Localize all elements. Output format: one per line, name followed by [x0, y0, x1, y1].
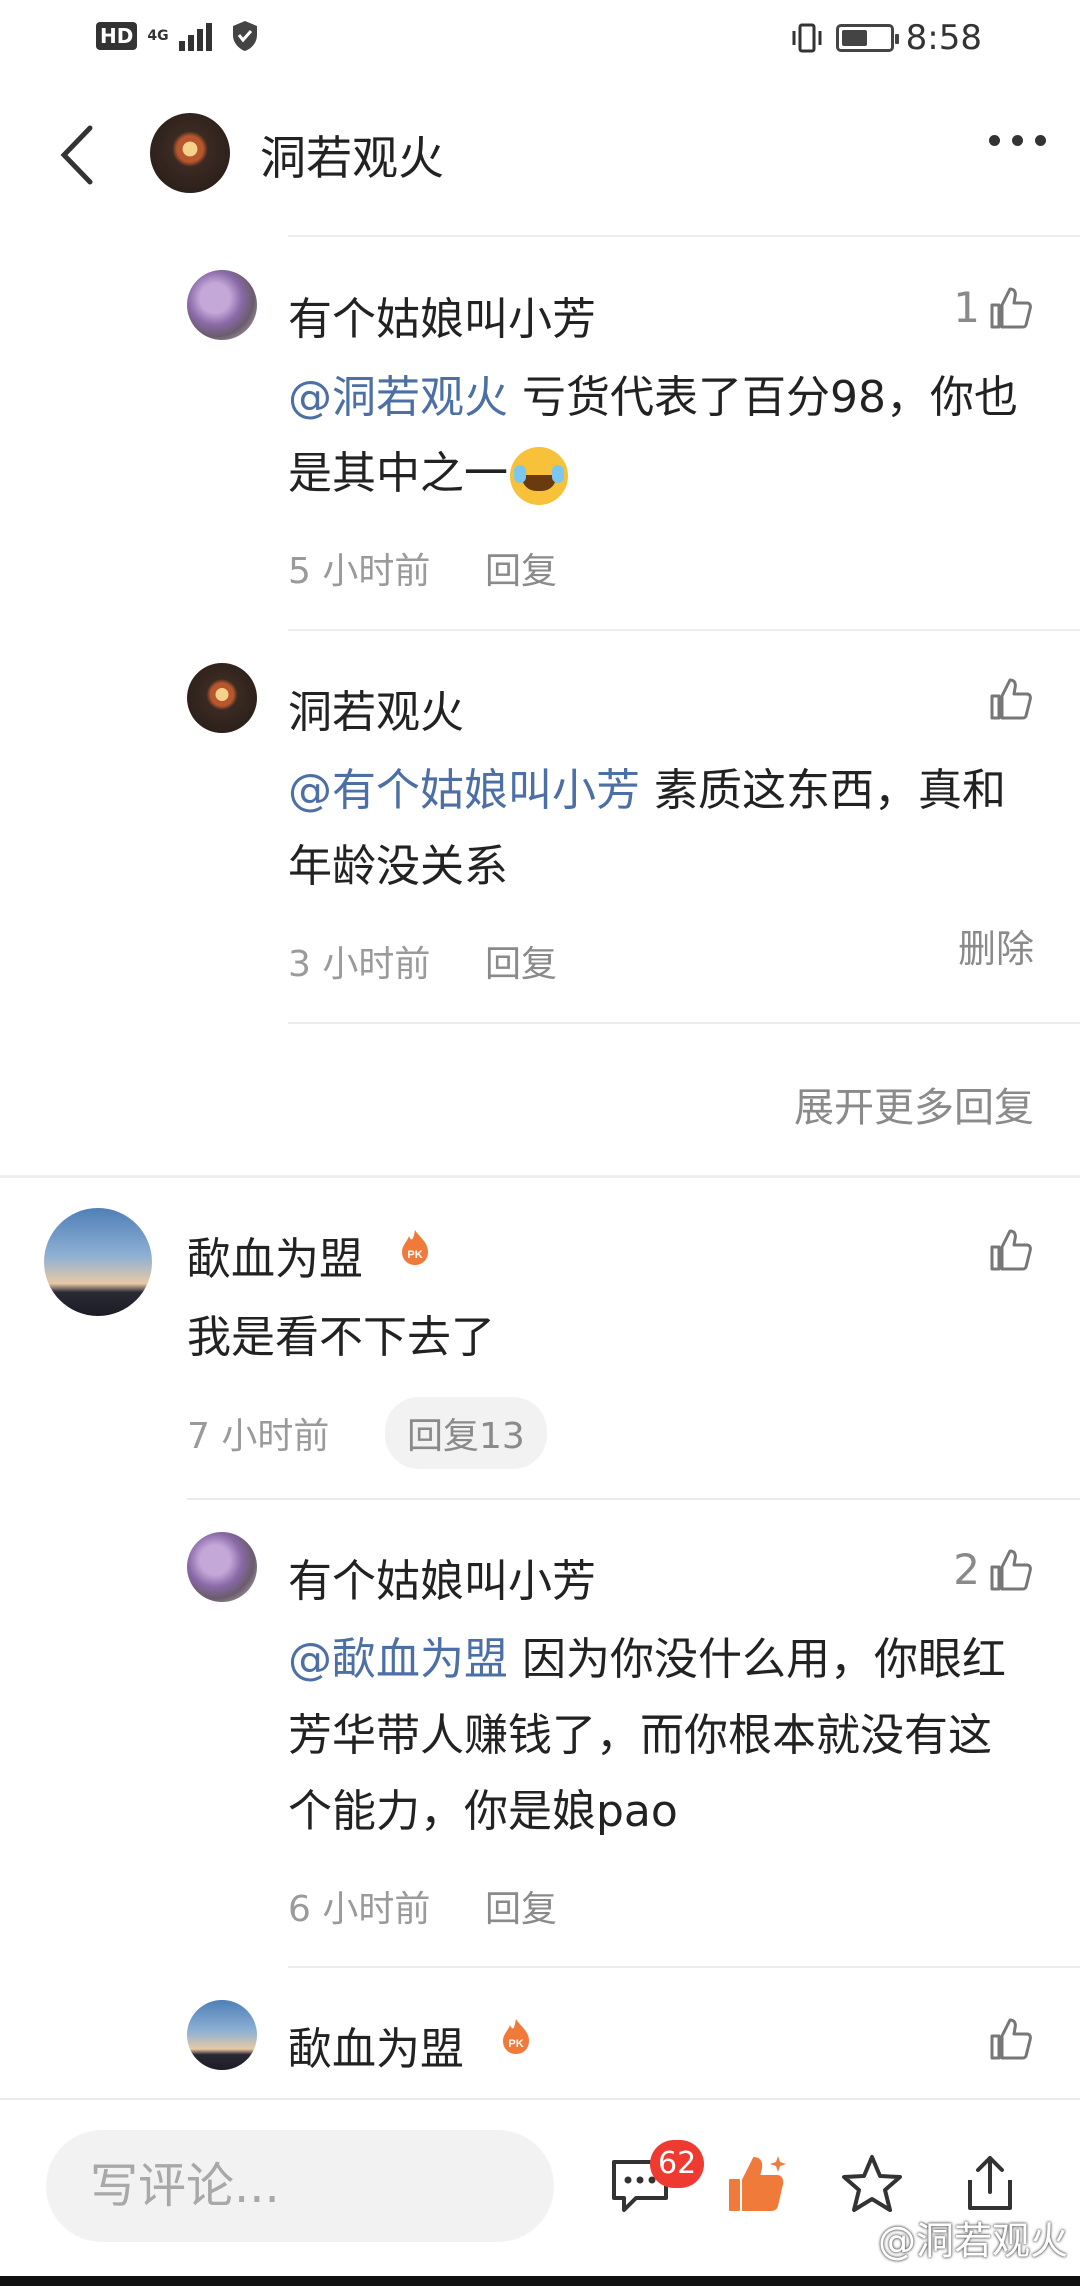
face-with-tears-of-joy-icon — [510, 447, 568, 505]
comment-time: 3 小时前 — [288, 944, 431, 985]
thumbs-up-icon — [990, 678, 1032, 720]
comment-text: 我是看不下去了 — [187, 1312, 495, 1363]
like-button[interactable]: 1 — [953, 283, 1034, 332]
status-right: 8:58 — [790, 18, 982, 58]
comment-author[interactable]: 洞若观火 — [288, 676, 464, 740]
star-icon[interactable] — [840, 2152, 904, 2216]
reply-button[interactable]: 回复 — [485, 1880, 557, 1932]
bottom-bar: 62 @洞若观火 — [0, 2098, 1080, 2263]
status-bar: HD 4G 8:58 — [0, 0, 1080, 80]
divider — [288, 1022, 1080, 1024]
signal-icon — [178, 23, 212, 51]
battery-icon — [835, 24, 899, 52]
shield-icon — [232, 21, 257, 51]
hd-indicator: HD — [96, 22, 138, 50]
comment-text: @有个姑娘叫小芳 素质这东西，真和年龄没关系 — [288, 753, 1028, 905]
svg-text:PK: PK — [407, 1249, 422, 1261]
comment-text: @洞若观火 亏货代表了百分98，你也是其中之一 — [288, 360, 1028, 512]
mention-link[interactable]: @洞若观火 — [288, 372, 508, 423]
reply-count-button[interactable]: 回复13 — [385, 1397, 547, 1469]
avatar[interactable] — [187, 1532, 257, 1602]
like-button[interactable] — [988, 2016, 1034, 2062]
comment-time: 5 小时前 — [288, 551, 431, 592]
avatar[interactable] — [187, 270, 257, 340]
clock: 8:58 — [905, 18, 982, 58]
reply-button[interactable]: 回复 — [485, 542, 557, 594]
comment-input[interactable] — [46, 2130, 554, 2242]
avatar[interactable] — [187, 2000, 257, 2070]
comment-author[interactable]: 歃血为盟 — [187, 1223, 363, 1287]
like-count: 2 — [953, 1545, 980, 1594]
page-title: 洞若观火 — [260, 131, 444, 185]
comment-count-badge: 62 — [650, 2140, 705, 2188]
share-icon[interactable] — [958, 2152, 1022, 2216]
comment-text: @歃血为盟 因为你没什么用，你眼红芳华带人赚钱了，而你根本就没有这个能力，你是娘… — [288, 1622, 1028, 1850]
thumbs-up-icon[interactable] — [724, 2152, 788, 2216]
like-button[interactable] — [988, 1227, 1034, 1273]
divider — [288, 1966, 1080, 1968]
like-button[interactable] — [988, 676, 1034, 722]
avatar[interactable] — [150, 113, 230, 193]
thumbs-up-icon — [990, 287, 1032, 328]
expand-more-replies-button[interactable]: 展开更多回复 — [794, 1075, 1034, 1133]
divider — [288, 629, 1080, 631]
thumbs-up-icon — [990, 2018, 1032, 2060]
svg-text:PK: PK — [508, 2038, 523, 2050]
thumbs-up-icon — [990, 1549, 1032, 1590]
thumbs-up-icon — [990, 1229, 1032, 1271]
avatar[interactable] — [187, 663, 257, 733]
network-type: 4G — [147, 28, 169, 44]
comment-time: 7 小时前 — [187, 1416, 330, 1457]
battery-fill — [841, 30, 867, 46]
vibrate-icon — [792, 23, 822, 53]
like-count: 1 — [953, 283, 980, 332]
watermark: @洞若观火 — [877, 2219, 1068, 2263]
nav-bar — [0, 2276, 1080, 2286]
section-divider — [0, 1175, 1080, 1178]
comment-author[interactable]: 有个姑娘叫小芳 — [288, 1545, 596, 1609]
more-options-icon[interactable] — [989, 135, 1046, 146]
pk-fire-icon: PK — [402, 1230, 428, 1265]
mention-link[interactable]: @歃血为盟 — [288, 1634, 508, 1685]
comment-author[interactable]: 有个姑娘叫小芳 — [288, 283, 596, 347]
divider — [288, 235, 1080, 237]
header: 洞若观火 — [0, 100, 1080, 210]
divider — [187, 1498, 1080, 1500]
comment-author[interactable]: 歃血为盟 — [288, 2013, 464, 2077]
back-icon[interactable] — [52, 120, 108, 190]
avatar[interactable] — [44, 1208, 152, 1316]
comment-time: 6 小时前 — [288, 1889, 431, 1930]
status-left: HD 4G — [96, 20, 259, 52]
like-button[interactable]: 2 — [953, 1545, 1034, 1594]
mention-link[interactable]: @有个姑娘叫小芳 — [288, 765, 640, 816]
reply-button[interactable]: 回复 — [485, 935, 557, 987]
pk-fire-icon: PK — [503, 2019, 529, 2054]
delete-button[interactable]: 删除 — [958, 918, 1034, 973]
